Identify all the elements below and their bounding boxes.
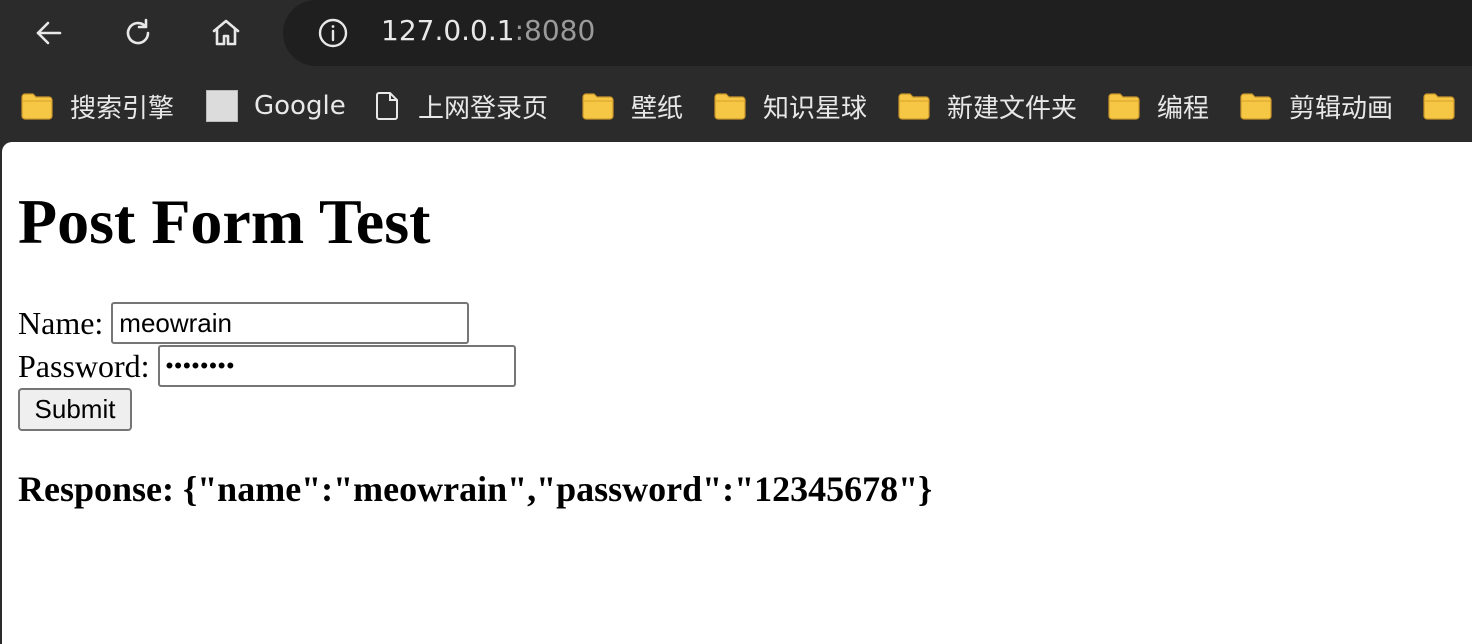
home-button[interactable]	[203, 10, 249, 56]
folder-icon	[20, 91, 54, 121]
reload-button[interactable]	[115, 10, 161, 56]
password-label: Password:	[18, 347, 150, 384]
bookmark-login-page[interactable]: 上网登录页	[372, 88, 548, 124]
bookmark-label: Google	[254, 91, 346, 121]
bookmark-label: 知识星球	[763, 93, 868, 124]
back-button[interactable]	[26, 10, 72, 56]
name-input[interactable]: meowrain	[111, 302, 470, 344]
folder-icon	[581, 91, 615, 121]
name-label: Name:	[18, 304, 104, 341]
url-port: :8080	[514, 14, 596, 47]
arrow-left-icon	[36, 21, 62, 45]
submit-button[interactable]: Submit	[18, 388, 132, 431]
bookmark-label: 编程	[1157, 93, 1210, 124]
bookmark-folder-programming[interactable]: 编程	[1107, 88, 1209, 124]
name-row: Name: meowrain	[18, 302, 470, 344]
bookmark-label: 上网登录页	[418, 93, 549, 124]
folder-icon	[1239, 91, 1273, 121]
reload-icon	[126, 18, 150, 45]
password-input[interactable]: ••••••••	[157, 345, 516, 387]
url-text[interactable]: 127.0.0.1:8080	[381, 14, 595, 47]
browser-toolbar: 127.0.0.1:8080	[0, 0, 1472, 70]
password-row: Password: ••••••••	[18, 345, 516, 387]
bookmark-label: 剪辑动画	[1289, 93, 1394, 124]
bookmark-folder-knowledge-planet[interactable]: 知识星球	[713, 88, 867, 124]
bookmark-folder-editing-animation[interactable]: 剪辑动画	[1239, 88, 1393, 124]
home-icon	[212, 19, 240, 46]
google-favicon-icon	[206, 90, 238, 122]
folder-icon	[1107, 91, 1141, 121]
bookmark-folder-search-engines[interactable]: 搜索引擎	[20, 88, 174, 124]
bookmark-label: 搜索引擎	[70, 93, 175, 124]
response-text: Response: {"name":"meowrain","password":…	[18, 469, 933, 509]
info-icon[interactable]	[317, 17, 349, 49]
url-host: 127.0.0.1	[381, 14, 515, 47]
folder-icon	[713, 91, 747, 121]
bookmark-google[interactable]: Google	[206, 88, 346, 124]
bookmark-label: 壁纸	[631, 93, 684, 124]
folder-icon	[1422, 91, 1456, 121]
bookmark-label: 新建文件夹	[947, 93, 1078, 124]
bookmarks-bar: 搜索引擎 Google 上网登录页 壁纸 知识星球 新建文件夹 编程 剪辑动画	[0, 70, 1472, 142]
bookmark-folder-new-folder[interactable]: 新建文件夹	[897, 88, 1077, 124]
page-content: Post Form Test Name: meowrain Password: …	[2, 142, 1472, 644]
page-icon	[372, 91, 402, 121]
folder-icon	[897, 91, 931, 121]
bookmark-folder-wallpaper[interactable]: 壁纸	[581, 88, 683, 124]
bookmark-folder-overflow[interactable]	[1422, 88, 1472, 124]
page-title: Post Form Test	[18, 186, 431, 257]
address-bar[interactable]: 127.0.0.1:8080	[283, 0, 1472, 66]
